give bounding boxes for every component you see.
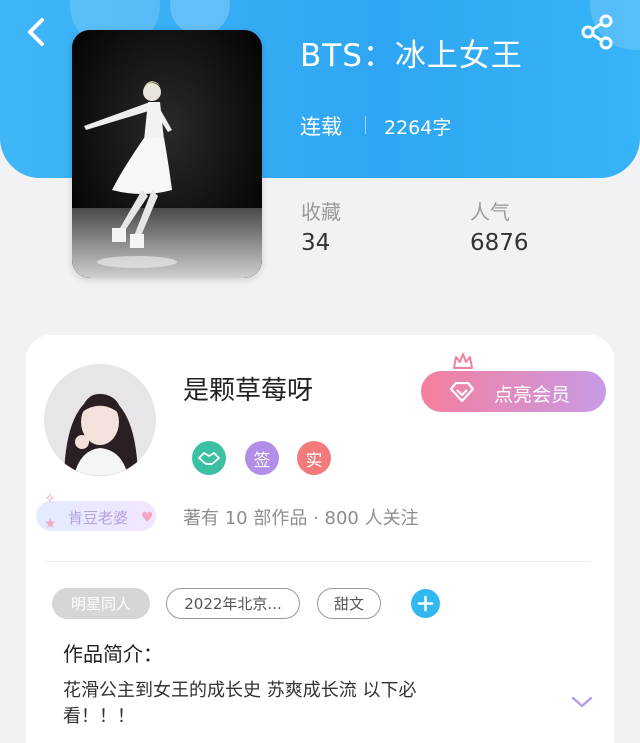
cover-image [72,30,262,278]
back-button[interactable] [18,12,58,52]
word-count: 2264字 [384,117,452,139]
serial-status: 连载 [300,115,342,139]
share-icon [581,14,613,50]
sparkle-icon: ✧ [44,491,56,507]
author-stats: 著有 10 部作品 · 800 人关注 [183,508,419,529]
real-name-badge[interactable]: 实 [297,441,331,475]
plus-icon [417,595,434,612]
author-avatar[interactable] [44,364,156,476]
favorites-label: 收藏 [301,200,341,224]
author-name[interactable]: 是颗草莓呀 [183,370,313,407]
chevron-down-icon [571,696,593,708]
book-cover[interactable] [72,30,262,278]
heart-icon: ♥ [141,510,154,526]
popularity-value: 6876 [470,230,529,256]
fan-tag-label: 肯豆老婆 [68,509,129,527]
add-tag-button[interactable] [411,589,440,618]
intro-heading: 作品简介： [63,642,163,666]
book-title: BTS：冰上女王 [300,38,523,74]
diamond-icon [449,382,475,402]
tag-genre[interactable]: 甜文 [317,588,381,619]
share-button[interactable] [578,12,618,52]
avatar-image [44,364,156,476]
star-icon: ★ [44,516,57,532]
chevron-left-icon [28,18,44,46]
expand-intro-button[interactable] [569,694,595,710]
status-divider [365,116,366,134]
crown-icon [453,353,473,369]
tag-event[interactable]: 2022年北京... [166,588,300,619]
favorites-value: 34 [301,230,331,256]
tag-category[interactable]: 明星同人 [52,588,150,619]
signed-badge[interactable]: 签 [245,441,279,475]
popularity-label: 人气 [470,200,510,224]
intro-text: 花滑公主到女王的成长史 苏爽成长流 以下必看！！！ [63,680,417,727]
vip-button-label: 点亮会员 [494,384,571,406]
divider [44,561,590,562]
verified-badge[interactable] [192,441,226,475]
handshake-icon [198,452,220,465]
